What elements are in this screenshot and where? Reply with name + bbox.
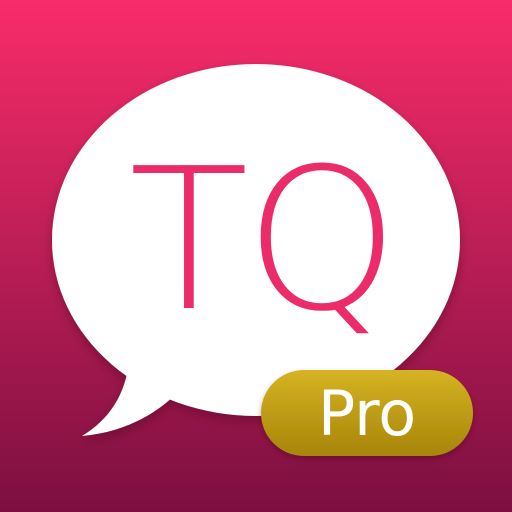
app-icon[interactable]: TQ Pro: [0, 0, 512, 512]
logo-text: TQ: [129, 127, 395, 355]
app-icon-artwork: TQ Pro: [0, 0, 512, 512]
pro-badge-label: Pro: [318, 377, 416, 450]
